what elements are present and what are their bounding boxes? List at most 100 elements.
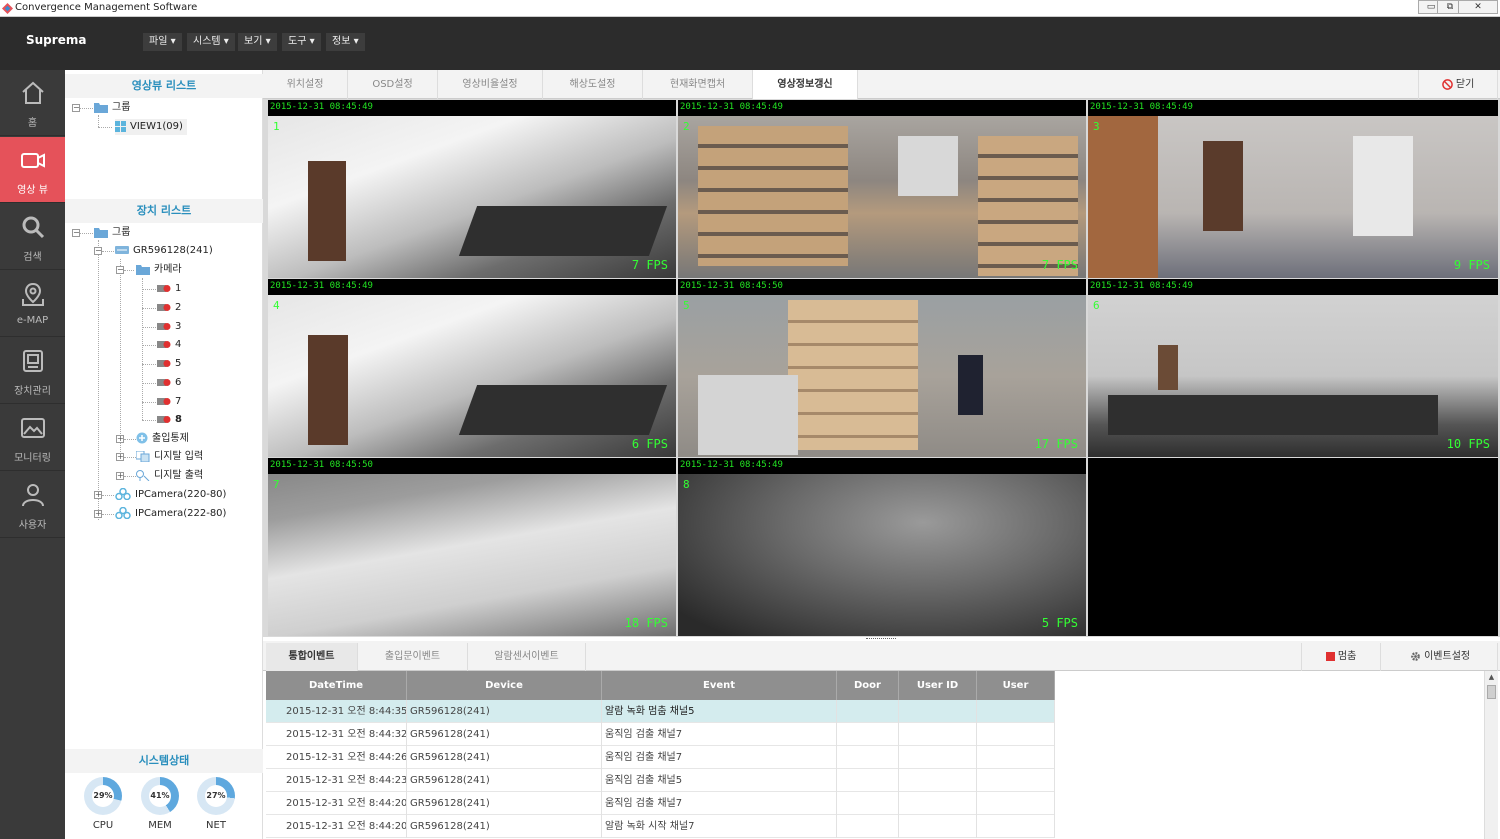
tab-door-events[interactable]: 출입문이벤트 — [358, 643, 468, 671]
camera-fps: 6 FPS — [631, 437, 668, 451]
camera-cell-1[interactable]: 2015-12-31 08:45:49 1 7 FPS — [268, 100, 676, 278]
nav-search[interactable]: 검색 — [0, 204, 65, 270]
camera-cell-3[interactable]: 2015-12-31 08:45:49 3 9 FPS — [1088, 100, 1498, 278]
camera-feed — [1088, 116, 1498, 278]
collapse-icon[interactable]: − — [72, 104, 80, 112]
event-scrollbar[interactable]: ▲ — [1484, 671, 1498, 839]
column-header-device[interactable]: Device — [407, 671, 602, 700]
camera-number: 1 — [273, 120, 280, 133]
tab-osd-settings[interactable]: OSD설정 — [348, 70, 438, 99]
tab-integrated-events[interactable]: 통합이벤트 — [266, 643, 358, 671]
column-header-door[interactable]: Door — [837, 671, 899, 700]
camera-cell-4[interactable]: 2015-12-31 08:45:49 4 6 FPS — [268, 279, 676, 457]
collapse-icon[interactable]: − — [94, 247, 102, 255]
nav-device-management[interactable]: 장치관리 — [0, 338, 65, 404]
expand-icon[interactable]: + — [94, 510, 102, 518]
expand-icon[interactable]: + — [116, 453, 124, 461]
expand-icon[interactable]: + — [116, 435, 124, 443]
table-row[interactable]: 2015-12-31 오전 8:44:20 GR596128(241) 알람 녹… — [266, 815, 1055, 838]
access-control-node[interactable]: 출입통제 — [136, 431, 189, 447]
table-row[interactable]: 2015-12-31 오전 8:44:32 GR596128(241) 움직임 … — [266, 723, 1055, 746]
cell-userid — [899, 769, 977, 792]
view-group-node[interactable]: 그룹 — [94, 100, 130, 116]
event-settings-button[interactable]: 이벤트설정 — [1383, 643, 1498, 671]
camera-number: 7 — [273, 478, 280, 491]
recording-camera-icon — [157, 322, 171, 330]
column-header-user[interactable]: User — [977, 671, 1055, 700]
camera-channel-4[interactable]: 4 — [157, 337, 181, 353]
menu-tools[interactable]: 도구 ▾ — [282, 33, 321, 51]
scroll-thumb[interactable] — [1487, 685, 1496, 699]
menu-info[interactable]: 정보 ▾ — [326, 33, 365, 51]
digital-output-node[interactable]: 디지탈 출력 — [136, 468, 203, 484]
expand-icon[interactable]: + — [94, 491, 102, 499]
recording-camera-icon — [157, 397, 171, 405]
device-node[interactable]: GR596128(241) — [115, 243, 213, 259]
tab-resolution-settings[interactable]: 해상도설정 — [543, 70, 643, 99]
cpu-label: CPU — [92, 820, 114, 831]
nav-home[interactable]: 홈 — [0, 70, 65, 136]
splitter-handle[interactable] — [866, 638, 896, 640]
camera-timestamp: 2015-12-31 08:45:49 — [680, 460, 783, 470]
camera-cell-2[interactable]: 2015-12-31 08:45:49 2 7 FPS — [678, 100, 1086, 278]
stop-button[interactable]: 멈춤 — [1301, 643, 1381, 671]
expand-icon[interactable]: + — [116, 472, 124, 480]
camera-channel-5[interactable]: 5 — [157, 356, 181, 372]
table-row[interactable]: 2015-12-31 오전 8:44:20 GR596128(241) 움직임 … — [266, 792, 1055, 815]
collapse-icon[interactable]: − — [116, 266, 124, 274]
tab-alarm-sensor-events[interactable]: 알람센서이벤트 — [468, 643, 586, 671]
ipcamera-node-1[interactable]: IPCamera(220-80) — [115, 487, 226, 503]
table-row[interactable]: 2015-12-31 오전 8:44:35 GR596128(241) 알람 녹… — [266, 700, 1055, 723]
device-group-node[interactable]: 그룹 — [94, 225, 130, 241]
camera-timestamp: 2015-12-31 08:45:49 — [270, 281, 373, 291]
ipcamera-node-2[interactable]: IPCamera(222-80) — [115, 506, 226, 522]
camera-feed — [268, 295, 676, 457]
tab-aspect-ratio-settings[interactable]: 영상비율설정 — [438, 70, 543, 99]
camera-channel-8[interactable]: 8 — [157, 412, 182, 428]
tab-refresh-video-info[interactable]: 영상정보갱신 — [753, 70, 858, 99]
collapse-icon[interactable]: − — [72, 229, 80, 237]
column-header-event[interactable]: Event — [602, 671, 837, 700]
camera-cell-6[interactable]: 2015-12-31 08:45:49 6 10 FPS — [1088, 279, 1498, 457]
camera-channel-6[interactable]: 6 — [157, 375, 181, 391]
camera-channel-7[interactable]: 7 — [157, 394, 181, 410]
recording-camera-icon — [157, 284, 171, 292]
cell-user — [977, 769, 1055, 792]
nav-users-label: 사용자 — [18, 520, 47, 531]
camera-feed — [268, 474, 676, 636]
nav-users[interactable]: 사용자 — [0, 472, 65, 538]
scroll-up-icon[interactable]: ▲ — [1487, 673, 1496, 682]
close-view-button[interactable]: 닫기 — [1418, 70, 1498, 99]
table-row[interactable]: 2015-12-31 오전 8:44:26 GR596128(241) 움직임 … — [266, 746, 1055, 769]
menu-view[interactable]: 보기 ▾ — [238, 33, 277, 51]
devicelist-header: 장치 리스트 — [65, 199, 263, 223]
column-header-datetime[interactable]: DateTime — [266, 671, 407, 700]
camera-cell-7[interactable]: 2015-12-31 08:45:50 7 18 FPS — [268, 458, 676, 636]
camera-cell-5[interactable]: 2015-12-31 08:45:50 5 17 FPS — [678, 279, 1086, 457]
nav-monitoring[interactable]: 모니터링 — [0, 405, 65, 471]
cell-device: GR596128(241) — [407, 792, 602, 815]
window-titlebar: Convergence Management Software ▭ ⧉ ✕ — [0, 0, 1500, 17]
nav-emap[interactable]: e-MAP — [0, 271, 65, 337]
tab-position-settings[interactable]: 위치설정 — [263, 70, 348, 99]
column-header-userid[interactable]: User ID — [899, 671, 977, 700]
tab-screen-capture[interactable]: 현재화면캡처 — [643, 70, 753, 99]
camera-channel-1[interactable]: 1 — [157, 281, 181, 297]
camera-channel-2[interactable]: 2 — [157, 300, 181, 316]
menu-file[interactable]: 파일 ▾ — [143, 33, 182, 51]
menu-system[interactable]: 시스템 ▾ — [187, 33, 235, 51]
camera-folder-node[interactable]: 카메라 — [136, 262, 182, 278]
recording-camera-icon — [157, 359, 171, 367]
camera-cell-8[interactable]: 2015-12-31 08:45:49 8 5 FPS — [678, 458, 1086, 636]
close-window-button[interactable]: ✕ — [1458, 0, 1498, 14]
table-row[interactable]: 2015-12-31 오전 8:44:23 GR596128(241) 움직임 … — [266, 769, 1055, 792]
digital-input-node[interactable]: 디지탈 입력 — [136, 449, 203, 465]
camera-fps: 18 FPS — [624, 616, 668, 630]
camera-channel-3[interactable]: 3 — [157, 319, 181, 335]
view-item[interactable]: VIEW1(09) — [115, 119, 187, 135]
camera-feed — [678, 295, 1086, 457]
tree-panel: 영상뷰 리스트 − 그룹 VIEW1(09) 장치 리스트 − 그룹 − GR5… — [65, 70, 263, 839]
nav-home-label: 홈 — [27, 118, 38, 129]
camera-cell-empty[interactable] — [1088, 458, 1498, 636]
nav-video-view[interactable]: 영상 뷰 — [0, 137, 65, 203]
